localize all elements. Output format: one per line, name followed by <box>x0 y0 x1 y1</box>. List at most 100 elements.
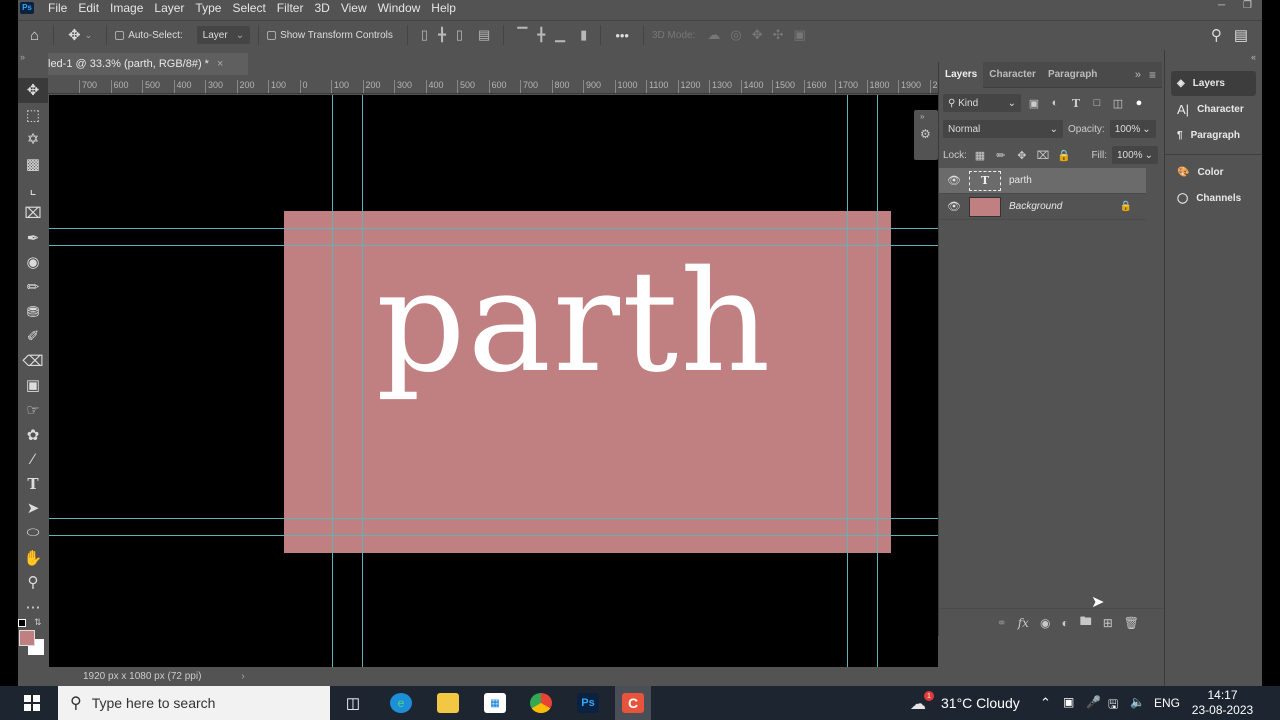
menu-image[interactable]: Image <box>110 1 143 15</box>
pen-tool[interactable]: ∕ <box>18 447 48 472</box>
lock-all-icon[interactable]: 🔒 <box>1056 149 1072 162</box>
foreground-color-swatch[interactable] <box>19 630 35 647</box>
volume-icon[interactable]: 🔈 <box>1130 695 1145 709</box>
tab-character[interactable]: Character <box>983 62 1042 88</box>
language-indicator[interactable]: ENG <box>1154 696 1180 710</box>
default-colors-icon[interactable] <box>18 619 26 628</box>
microsoft-store-icon[interactable]: ▦ <box>484 693 506 713</box>
align-top-icon[interactable]: ▔ <box>517 27 527 43</box>
search-icon[interactable]: ⚲ <box>1211 26 1222 44</box>
auto-select-checkbox[interactable] <box>115 30 125 40</box>
menu-view[interactable]: View <box>341 1 367 15</box>
guide-horizontal[interactable] <box>49 245 938 246</box>
guide-vertical[interactable] <box>362 95 363 667</box>
layer-lock-icon[interactable]: 🔒 <box>1120 201 1132 212</box>
camtasia-icon[interactable]: C <box>622 693 644 713</box>
filter-adjustment-icon[interactable]: ◐ <box>1047 97 1063 109</box>
menu-help[interactable]: Help <box>431 1 456 15</box>
new-layer-icon[interactable]: ⊞ <box>1103 616 1113 630</box>
distribute-horizontal-icon[interactable]: ▮ <box>580 27 587 43</box>
menu-layer[interactable]: Layer <box>154 1 184 15</box>
menu-3d[interactable]: 3D <box>314 1 329 15</box>
eyedropper-tool[interactable]: ✒ <box>18 226 48 251</box>
dock-paragraph[interactable]: ¶ Paragraph <box>1171 123 1256 148</box>
taskbar-search-box[interactable]: ⚲ Type here to search <box>58 686 330 720</box>
delete-layer-trash-icon[interactable]: 🗑 <box>1124 616 1139 630</box>
windows-start-icon[interactable] <box>24 695 40 711</box>
filter-shape-icon[interactable]: □ <box>1089 97 1105 109</box>
microphone-icon[interactable]: 🎤 <box>1086 695 1101 709</box>
dock-color[interactable]: 🎨 Color <box>1171 160 1256 185</box>
home-icon[interactable]: ⌂ <box>30 27 39 44</box>
more-options-icon[interactable]: ••• <box>615 28 629 43</box>
filter-toggle[interactable]: ● <box>1131 97 1147 109</box>
task-view-icon[interactable]: ◫ <box>342 693 364 713</box>
chrome-icon[interactable] <box>530 693 552 713</box>
visibility-eye-icon[interactable]: 👁 <box>939 174 969 187</box>
gradient-tool[interactable]: ▣ <box>18 373 48 398</box>
file-explorer-icon[interactable] <box>437 693 459 713</box>
adjustment-layer-icon[interactable]: ◐ <box>1061 616 1068 630</box>
clock[interactable]: 14:17 23-08-2023 <box>1190 688 1255 718</box>
menu-file[interactable]: File <box>48 1 67 15</box>
filter-type-icon[interactable]: T <box>1068 97 1084 110</box>
chevron-down-icon[interactable]: ⌄ <box>1142 124 1150 135</box>
network-icon[interactable]: 🖫 <box>1108 695 1118 716</box>
new-group-folder-icon[interactable]: 🖿 <box>1080 612 1092 633</box>
dock-layers[interactable]: ◈ Layers <box>1171 71 1256 96</box>
guide-horizontal[interactable] <box>49 535 938 536</box>
menu-filter[interactable]: Filter <box>277 1 304 15</box>
layer-row-parth[interactable]: 👁 T parth <box>939 168 1146 194</box>
auto-select-target-dropdown[interactable]: Layer ⌄ <box>196 26 251 44</box>
status-more-icon[interactable]: › <box>241 671 244 682</box>
move-tool-icon[interactable]: ✥ <box>68 26 81 44</box>
spot-healing-tool[interactable]: ◉ <box>18 250 48 275</box>
artboard[interactable]: parth <box>284 211 891 553</box>
minimize-button[interactable]: ─ <box>1218 0 1225 11</box>
fill-field[interactable]: 100% ⌄ <box>1112 146 1158 164</box>
type-tool[interactable]: T <box>18 472 48 497</box>
add-mask-icon[interactable]: ◉ <box>1040 616 1050 630</box>
object-selection-tool[interactable]: ▩ <box>18 152 48 177</box>
lock-image-icon[interactable]: ✏ <box>993 149 1009 162</box>
guide-vertical[interactable] <box>877 95 878 667</box>
menu-type[interactable]: Type <box>195 1 221 15</box>
workspace-icon[interactable]: ▤ <box>1234 26 1248 44</box>
ellipse-tool[interactable]: ⬭ <box>18 521 48 546</box>
filter-kind-dropdown[interactable]: ⚲ Kind ⌄ <box>943 94 1021 112</box>
dodge-tool[interactable]: ✿ <box>18 422 48 447</box>
chevron-down-icon[interactable]: ⌄ <box>1145 150 1153 161</box>
blend-mode-dropdown[interactable]: Normal ⌄ <box>943 120 1063 138</box>
show-hidden-icons-chevron-icon[interactable]: ⌃ <box>1040 695 1051 711</box>
tab-layers[interactable]: Layers <box>939 61 984 88</box>
layer-style-fx-icon[interactable]: fx <box>1018 616 1029 630</box>
canvas-area[interactable]: parth <box>49 95 938 667</box>
lock-artboard-icon[interactable]: ⌧ <box>1035 149 1051 162</box>
align-vertical-center-icon[interactable]: ╋ <box>537 27 545 43</box>
layer-name[interactable]: Background <box>1009 201 1062 212</box>
path-selection-tool[interactable]: ➤ <box>18 496 48 521</box>
close-tab-icon[interactable]: × <box>217 58 223 70</box>
lock-transparency-icon[interactable]: ▦ <box>972 149 988 162</box>
lasso-tool[interactable]: ✡ <box>18 127 48 152</box>
menu-edit[interactable]: Edit <box>78 1 99 15</box>
collapse-dock-icon[interactable]: « <box>1165 50 1262 70</box>
clone-stamp-tool[interactable]: ⛃ <box>18 299 48 324</box>
expand-toolbar-icon[interactable]: » <box>20 52 25 62</box>
guide-vertical[interactable] <box>332 95 333 667</box>
frame-tool[interactable]: ⌧ <box>18 201 48 226</box>
meet-now-icon[interactable]: ▣ <box>1063 695 1074 709</box>
guide-horizontal[interactable] <box>49 518 938 519</box>
align-horizontal-center-icon[interactable]: ╋ <box>438 27 446 43</box>
document-tab[interactable]: led-1 @ 33.3% (parth, RGB/8#) * × <box>48 53 248 75</box>
tab-paragraph[interactable]: Paragraph <box>1042 62 1103 88</box>
filter-pixel-icon[interactable]: ▣ <box>1026 97 1042 110</box>
hand-tool[interactable]: ✋ <box>18 545 48 570</box>
brush-tool[interactable]: ✏ <box>18 275 48 300</box>
expand-panel-icon[interactable]: » <box>914 110 938 123</box>
blur-tool[interactable]: ☞ <box>18 398 48 423</box>
opacity-field[interactable]: 100% ⌄ <box>1109 120 1156 138</box>
eraser-tool[interactable]: ⌫ <box>18 349 48 374</box>
filter-smart-object-icon[interactable]: ◫ <box>1110 97 1126 110</box>
weather-text[interactable]: 31°C Cloudy <box>941 695 1020 711</box>
